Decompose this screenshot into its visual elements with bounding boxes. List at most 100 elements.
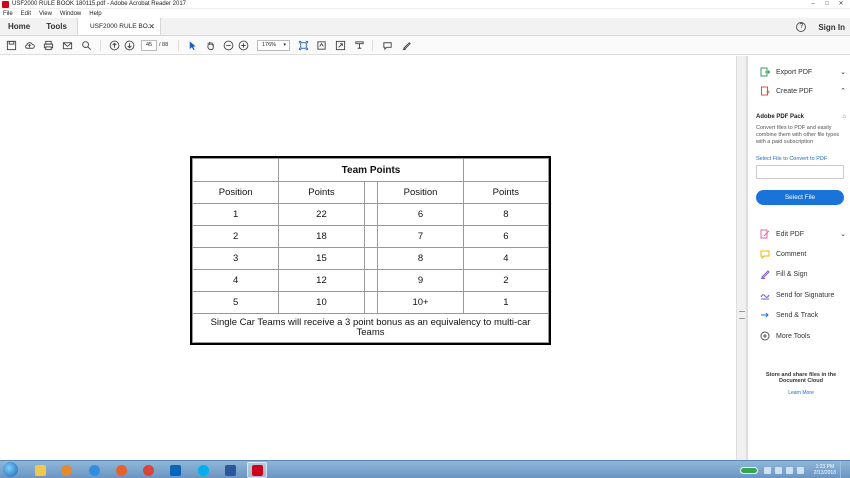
chevron-up-icon[interactable]: ⌃ <box>840 87 846 95</box>
tool-send-track[interactable]: Send & Track <box>760 309 846 321</box>
table-cell <box>363 247 379 270</box>
scroll-grip[interactable] <box>739 311 745 319</box>
windows-taskbar: 1:23 PM 2/13/2018 <box>0 460 850 478</box>
send-track-icon <box>760 310 770 320</box>
page-number-input[interactable]: 45 <box>141 40 157 51</box>
rotate-view-icon[interactable] <box>316 40 327 51</box>
tool-create-pdf[interactable]: Create PDF ⌃ <box>760 85 846 97</box>
battery-icon[interactable] <box>739 466 758 474</box>
tool-export-pdf[interactable]: Export PDF ⌄ <box>760 66 846 78</box>
tab-tools[interactable]: Tools <box>38 18 75 35</box>
tool-label: Send & Track <box>776 311 819 319</box>
menu-view[interactable]: View <box>39 11 52 17</box>
table-cell: 4 <box>191 269 280 292</box>
acrobat-taskbar-icon[interactable] <box>247 462 267 478</box>
file-drop-field[interactable] <box>756 165 844 179</box>
column-header: Points <box>462 181 550 204</box>
system-tray: 1:23 PM 2/13/2018 <box>739 461 846 478</box>
column-header: Points <box>278 181 365 204</box>
clock[interactable]: 1:23 PM 2/13/2018 <box>814 464 836 476</box>
clock-date: 2/13/2018 <box>813 470 836 476</box>
menu-help[interactable]: Help <box>89 11 101 17</box>
table-cell: 8 <box>377 247 464 270</box>
table-row: 5 10 10+ 1 <box>191 291 550 314</box>
column-header: Position <box>191 181 280 204</box>
start-button[interactable] <box>3 462 18 477</box>
print-icon[interactable] <box>43 40 54 51</box>
table-cell: 8 <box>462 203 550 226</box>
tool-comment[interactable]: Comment <box>760 248 846 260</box>
table-cell: 6 <box>462 225 550 248</box>
document-tab-label: USF2000 RULE BO... <box>89 23 154 30</box>
chevron-down-icon[interactable]: ⌄ <box>840 230 846 238</box>
file-explorer-icon[interactable] <box>30 462 50 478</box>
help-icon[interactable]: ? <box>796 22 807 32</box>
zoom-level-value: 176% <box>262 42 277 48</box>
table-row: 2 18 7 6 <box>191 225 550 248</box>
zoom-out-icon[interactable] <box>223 40 234 51</box>
network-icon[interactable] <box>763 466 771 474</box>
tools-pane: Export PDF ⌄ Create PDF ⌃ Adobe PDF Pack… <box>747 56 850 460</box>
vertical-scrollbar[interactable] <box>736 56 747 460</box>
tool-fill-sign[interactable]: Fill & Sign <box>760 268 846 280</box>
zoom-level-select[interactable]: 176% ▾ <box>257 40 290 51</box>
tool-send-for-signature[interactable]: Send for Signature <box>760 289 846 301</box>
chevron-down-icon[interactable]: ⌄ <box>840 68 846 76</box>
show-desktop-button[interactable] <box>840 461 846 478</box>
table-note: Single Car Teams will receive a 3 point … <box>192 313 549 343</box>
hand-tool-icon[interactable] <box>205 40 216 51</box>
comment-bubble-icon[interactable] <box>382 40 393 51</box>
save-icon[interactable] <box>6 40 17 51</box>
full-screen-icon[interactable] <box>335 40 346 51</box>
select-file-button[interactable]: Select File <box>756 190 844 205</box>
tool-more-tools[interactable]: More Tools <box>760 330 846 342</box>
table-title-row: Team Points <box>191 158 550 182</box>
tool-edit-pdf[interactable]: Edit PDF ⌄ <box>760 228 846 240</box>
menu-edit[interactable]: Edit <box>21 11 31 17</box>
upload-cloud-icon[interactable] <box>24 40 35 51</box>
create-pdf-icon <box>760 86 770 96</box>
search-icon[interactable] <box>81 40 92 51</box>
skype-icon[interactable] <box>193 462 213 478</box>
previous-page-icon[interactable] <box>109 40 120 51</box>
tab-home[interactable]: Home <box>0 18 38 35</box>
pin-icon[interactable]: ⌂ <box>842 114 846 120</box>
stamp-icon[interactable] <box>354 40 365 51</box>
table-cell <box>462 158 550 182</box>
table-cell: 2 <box>191 225 280 248</box>
tab-document[interactable]: USF2000 RULE BO... ✕ <box>76 18 161 35</box>
window-controls: – □ ✕ <box>806 0 848 9</box>
close-tab-icon[interactable]: ✕ <box>148 22 155 31</box>
table-cell: 10 <box>278 291 365 314</box>
outlook-icon[interactable] <box>165 462 185 478</box>
table-cell <box>363 181 379 204</box>
volume-icon[interactable] <box>785 466 793 474</box>
internet-explorer-icon[interactable] <box>84 462 104 478</box>
next-page-icon[interactable] <box>124 40 135 51</box>
chrome-icon[interactable] <box>138 462 158 478</box>
flag-icon[interactable] <box>796 466 804 474</box>
table-row: 3 15 8 4 <box>191 247 550 270</box>
fit-page-icon[interactable] <box>298 40 309 51</box>
menu-file[interactable]: File <box>3 11 13 17</box>
zoom-in-icon[interactable] <box>238 40 249 51</box>
close-window-button[interactable]: ✕ <box>834 0 848 9</box>
tab-bar: Home Tools USF2000 RULE BO... ✕ ? Sign I… <box>0 18 850 36</box>
media-player-icon[interactable] <box>56 462 76 478</box>
table-cell: 18 <box>278 225 365 248</box>
select-cursor-icon[interactable] <box>187 40 198 51</box>
firefox-icon[interactable] <box>111 462 131 478</box>
maximize-button[interactable]: □ <box>820 0 834 9</box>
highlight-pen-icon[interactable] <box>401 40 412 51</box>
learn-more-link[interactable]: Learn More <box>756 390 846 396</box>
email-icon[interactable] <box>62 40 73 51</box>
select-file-link[interactable]: Select File to Convert to PDF <box>756 156 846 162</box>
minimize-button[interactable]: – <box>806 0 820 9</box>
tray-icon[interactable] <box>774 466 782 474</box>
table-cell: 4 <box>462 247 550 270</box>
table-title: Team Points <box>278 158 464 182</box>
menu-window[interactable]: Window <box>60 11 81 17</box>
table-cell: 1 <box>191 203 280 226</box>
sign-in-link[interactable]: Sign In <box>818 23 845 32</box>
word-icon[interactable] <box>220 462 240 478</box>
